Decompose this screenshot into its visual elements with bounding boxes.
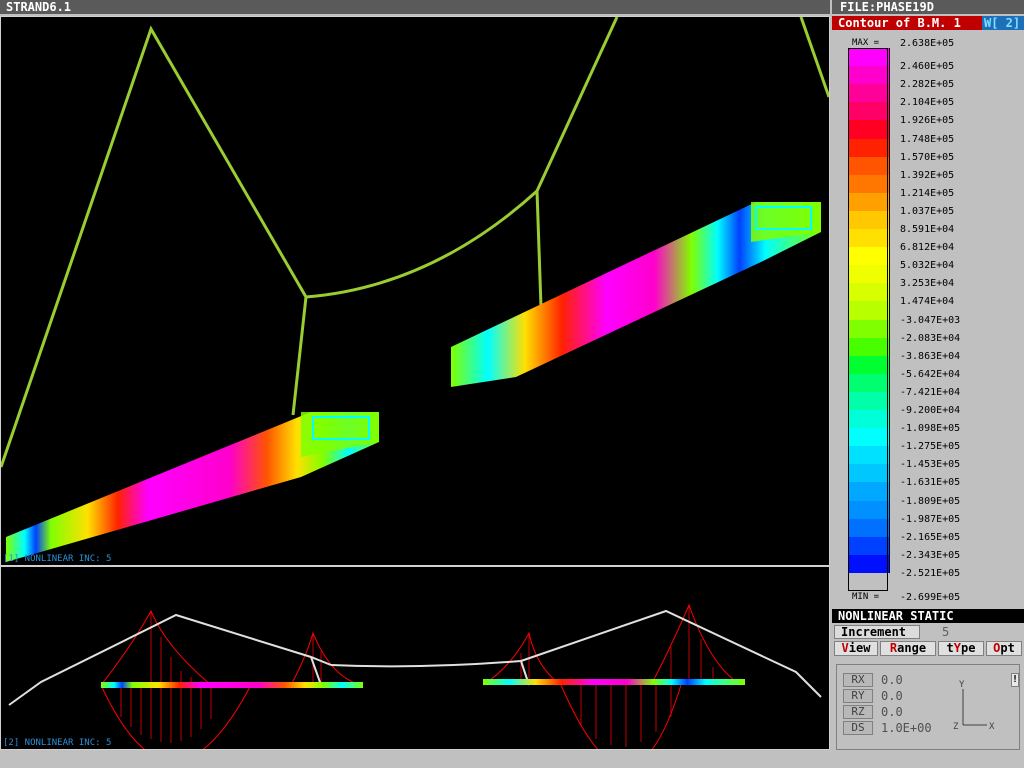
main-viewport[interactable]: [1] NONLINEAR INC: 5 (0, 16, 830, 566)
analysis-type-label: NONLINEAR STATIC (832, 609, 1024, 623)
legend-band (848, 120, 890, 139)
legend-level-value: 1.570E+05 (900, 151, 955, 163)
legend-min-label: MIN = (852, 592, 880, 602)
legend-level-value: 1.474E+04 (900, 296, 955, 308)
file-title-bar: FILE:PHASE19D (832, 0, 1024, 14)
elevation-viewport[interactable]: [2] NONLINEAR INC: 5 (0, 566, 830, 750)
legend-band (848, 482, 890, 501)
menu-bar: View Range tYpe Opt (832, 641, 1024, 656)
legend-max-value: 2.638E+05 (900, 38, 955, 49)
increment-button[interactable]: Increment (834, 625, 920, 639)
axis-triad-icon: Y Z X (953, 680, 995, 732)
legend-level-value: -1.987E+05 (900, 513, 961, 525)
legend-level-value: 1.392E+05 (900, 169, 955, 181)
legend-band (848, 84, 890, 103)
legend-level-value: -9.200E+04 (900, 405, 961, 416)
legend-level-value: 2.104E+05 (900, 97, 955, 109)
legend-band (848, 229, 890, 248)
increment-value[interactable]: 5 (942, 625, 949, 639)
legend-level-value: 5.032E+04 (900, 260, 955, 272)
legend-level-value: -2.083E+04 (900, 332, 961, 344)
legend-band (848, 373, 890, 393)
rotation-value-rz[interactable]: 0.0 (881, 705, 903, 719)
legend-level-value: 1.926E+05 (900, 115, 955, 127)
legend-level-value: -1.809E+05 (900, 495, 961, 507)
legend-band (848, 446, 890, 465)
legend-band (848, 66, 890, 85)
legend-band (848, 391, 890, 411)
elevation-view-label: [2] NONLINEAR INC: 5 (3, 738, 112, 748)
legend-band (848, 210, 890, 230)
legend-min-value: -2.699E+05 (900, 592, 961, 603)
legend-level-value: 6.812E+04 (900, 242, 955, 254)
menu-button-type[interactable]: tYpe (938, 641, 984, 656)
rotation-label-rz[interactable]: RZ (843, 705, 873, 719)
legend-band (848, 48, 890, 67)
legend-level-value: -2.521E+05 (900, 567, 961, 579)
file-name: FILE:PHASE19D (840, 0, 934, 14)
rotation-value-rx[interactable]: 0.0 (881, 673, 903, 687)
legend-band (848, 319, 890, 339)
legend-band (848, 301, 890, 320)
contour-title[interactable]: Contour of B.M. 1 (832, 16, 982, 30)
legend-level-value: -1.631E+05 (900, 477, 961, 489)
legend-band (848, 192, 890, 212)
legend-level-value: 1.748E+05 (900, 133, 955, 145)
menu-button-range[interactable]: Range (880, 641, 936, 656)
legend-level-value: 8.591E+04 (900, 224, 955, 235)
legend-level-value: -1.098E+05 (900, 423, 961, 435)
contour-window-indicator[interactable]: W[ 2] (982, 16, 1024, 30)
main-model-render (1, 17, 829, 562)
legend-level-value: 2.460E+05 (900, 61, 955, 73)
main-view-label: [1] NONLINEAR INC: 5 (3, 554, 112, 564)
legend-level-value: -5.642E+04 (900, 368, 961, 380)
legend-band (848, 554, 890, 574)
legend-band (848, 428, 890, 447)
legend-level-value: -1.275E+05 (900, 441, 961, 453)
legend-band (848, 518, 890, 538)
increment-row: Increment 5 (832, 625, 1024, 639)
legend-band (848, 337, 890, 357)
rotation-label-rx[interactable]: RX (843, 673, 873, 687)
rotation-label-ds[interactable]: DS (843, 721, 873, 735)
legend-band (848, 464, 890, 483)
legend-band (848, 283, 890, 302)
legend-level-value: -2.343E+05 (900, 549, 961, 561)
legend-band (848, 500, 890, 520)
legend-level-value: 1.214E+05 (900, 187, 955, 199)
app-title-bar: STRAND6.1 (0, 0, 830, 14)
menu-button-view[interactable]: View (834, 641, 878, 656)
legend-band (848, 247, 890, 266)
legend-band (848, 265, 890, 284)
legend-band (848, 174, 890, 194)
axis-z-label: Z (953, 722, 959, 732)
app-title: STRAND6.1 (6, 0, 72, 14)
axis-x-label: X (989, 722, 995, 732)
legend-band (848, 102, 890, 121)
legend-level-value: -1.453E+05 (900, 459, 961, 471)
elevation-model-render (8, 603, 822, 749)
legend-level-value: 1.037E+05 (900, 205, 955, 217)
legend-max-label: MAX = (852, 38, 880, 48)
legend-band (848, 536, 890, 556)
scroll-toggle-button[interactable]: ! (1011, 673, 1019, 687)
side-panel: Contour of B.M. 1 W[ 2] MAX = 2.638E+05 … (832, 14, 1024, 768)
legend-level-value: 3.253E+04 (900, 278, 955, 290)
legend-level-value: -2.165E+05 (900, 531, 961, 543)
rotation-value-ds[interactable]: 1.0E+00 (881, 721, 932, 735)
menu-button-opt[interactable]: Opt (986, 641, 1022, 656)
legend-level-value: 2.282E+05 (900, 79, 955, 91)
legend-band (848, 156, 890, 176)
legend-level-value: -7.421E+04 (900, 386, 961, 398)
rotation-label-ry[interactable]: RY (843, 689, 873, 703)
legend-band (848, 410, 890, 429)
view-rotation-box: RX 0.0 RY 0.0 RZ 0.0 DS 1.0E+00 Y Z X ! (836, 664, 1020, 750)
legend-band (848, 355, 890, 375)
contour-legend: MAX = 2.638E+05 2.460E+05 2.282E+05 2.104E… (832, 32, 1024, 617)
legend-level-value: -3.047E+03 (900, 314, 961, 326)
legend-level-value: -3.863E+04 (900, 350, 961, 362)
axis-y-label: Y (959, 680, 965, 690)
rotation-value-ry[interactable]: 0.0 (881, 689, 903, 703)
legend-band (848, 138, 890, 158)
